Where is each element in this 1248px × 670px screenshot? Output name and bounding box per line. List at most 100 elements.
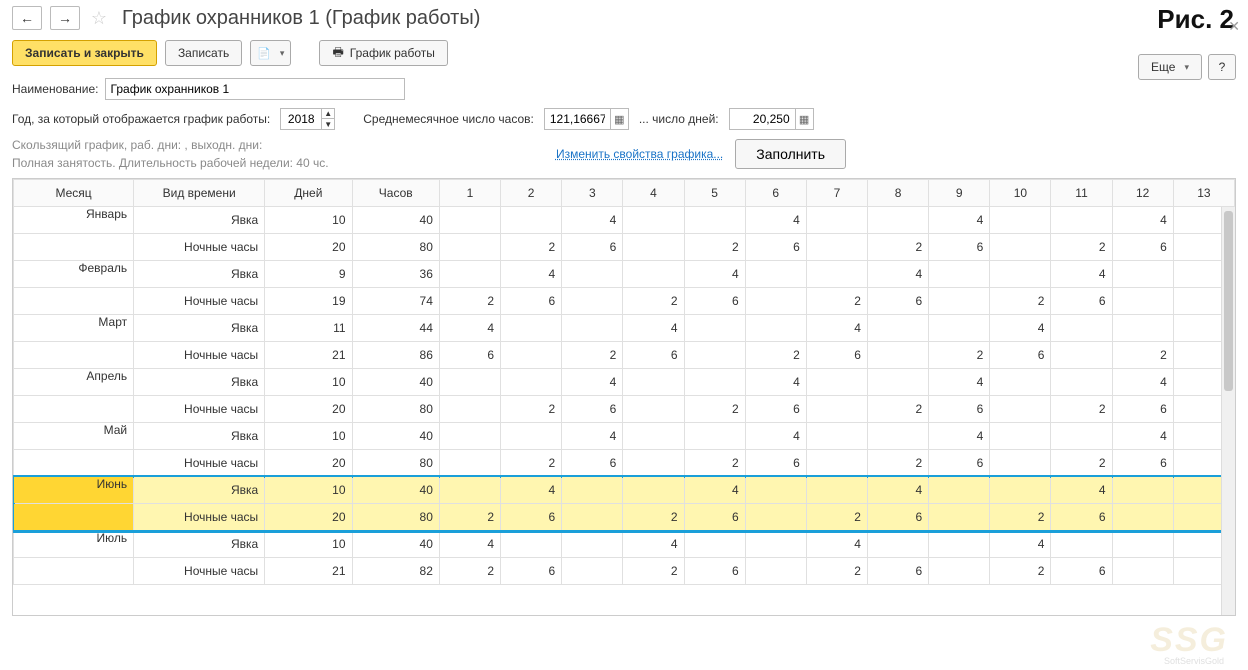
schedule-grid[interactable]: Месяц Вид времени Дней Часов 12345678910… xyxy=(12,178,1236,616)
day-cell[interactable] xyxy=(867,531,928,558)
hours-cell[interactable]: 40 xyxy=(352,477,439,504)
day-cell[interactable] xyxy=(684,531,745,558)
day-cell[interactable] xyxy=(867,315,928,342)
day-cell[interactable]: 2 xyxy=(623,504,684,531)
day-cell[interactable]: 6 xyxy=(745,234,806,261)
day-cell[interactable] xyxy=(806,234,867,261)
day-cell[interactable]: 4 xyxy=(1051,477,1112,504)
col-day-9[interactable]: 9 xyxy=(929,180,990,207)
day-cell[interactable]: 4 xyxy=(929,207,990,234)
day-cell[interactable]: 2 xyxy=(867,234,928,261)
table-row[interactable]: ЯнварьЯвка10404444 xyxy=(14,207,1235,234)
col-day-13[interactable]: 13 xyxy=(1173,180,1234,207)
day-cell[interactable]: 6 xyxy=(745,450,806,477)
table-row[interactable]: МайЯвка10404444 xyxy=(14,423,1235,450)
day-cell[interactable]: 6 xyxy=(1112,450,1173,477)
day-cell[interactable]: 6 xyxy=(929,450,990,477)
day-cell[interactable]: 6 xyxy=(562,234,623,261)
day-cell[interactable] xyxy=(439,234,500,261)
hours-cell[interactable]: 40 xyxy=(352,423,439,450)
day-cell[interactable]: 2 xyxy=(684,234,745,261)
change-properties-link[interactable]: Изменить свойства графика... xyxy=(556,147,723,161)
col-day-3[interactable]: 3 xyxy=(562,180,623,207)
day-cell[interactable] xyxy=(501,342,562,369)
day-cell[interactable]: 6 xyxy=(501,504,562,531)
day-cell[interactable] xyxy=(990,369,1051,396)
hours-cell[interactable]: 40 xyxy=(352,531,439,558)
day-cell[interactable] xyxy=(745,477,806,504)
col-days[interactable]: Дней xyxy=(265,180,352,207)
day-cell[interactable]: 4 xyxy=(929,423,990,450)
day-cell[interactable] xyxy=(501,531,562,558)
day-cell[interactable]: 6 xyxy=(990,342,1051,369)
day-cell[interactable]: 2 xyxy=(867,450,928,477)
save-close-button[interactable]: Записать и закрыть xyxy=(12,40,157,66)
hours-cell[interactable]: 86 xyxy=(352,342,439,369)
day-cell[interactable]: 2 xyxy=(1051,396,1112,423)
table-row[interactable]: Ночные часы208026262626 xyxy=(14,450,1235,477)
col-day-5[interactable]: 5 xyxy=(684,180,745,207)
day-cell[interactable]: 4 xyxy=(745,423,806,450)
day-cell[interactable] xyxy=(806,261,867,288)
day-cell[interactable]: 6 xyxy=(684,558,745,585)
day-cell[interactable]: 2 xyxy=(990,558,1051,585)
day-cell[interactable] xyxy=(623,477,684,504)
day-cell[interactable]: 6 xyxy=(1112,396,1173,423)
days-field[interactable]: ▦ xyxy=(729,108,814,130)
day-cell[interactable] xyxy=(745,558,806,585)
day-cell[interactable]: 4 xyxy=(562,207,623,234)
col-day-1[interactable]: 1 xyxy=(439,180,500,207)
day-cell[interactable] xyxy=(439,207,500,234)
days-input[interactable] xyxy=(730,109,795,129)
day-cell[interactable]: 2 xyxy=(501,234,562,261)
month-cell[interactable] xyxy=(14,558,134,585)
day-cell[interactable] xyxy=(867,369,928,396)
day-cell[interactable] xyxy=(501,315,562,342)
days-cell[interactable]: 11 xyxy=(265,315,352,342)
col-day-10[interactable]: 10 xyxy=(990,180,1051,207)
day-cell[interactable] xyxy=(990,207,1051,234)
table-row[interactable]: Ночные часы208026262626 xyxy=(14,234,1235,261)
day-cell[interactable] xyxy=(439,477,500,504)
day-cell[interactable] xyxy=(623,450,684,477)
table-row[interactable]: ИюньЯвка10404444 xyxy=(14,477,1235,504)
col-day-6[interactable]: 6 xyxy=(745,180,806,207)
col-day-11[interactable]: 11 xyxy=(1051,180,1112,207)
day-cell[interactable]: 6 xyxy=(867,288,928,315)
day-cell[interactable] xyxy=(990,234,1051,261)
day-cell[interactable]: 4 xyxy=(501,477,562,504)
days-cell[interactable]: 10 xyxy=(265,531,352,558)
copy-menu-button[interactable] xyxy=(250,40,291,66)
more-button[interactable]: Еще xyxy=(1138,54,1202,80)
day-cell[interactable]: 2 xyxy=(562,342,623,369)
day-cell[interactable] xyxy=(439,423,500,450)
help-button[interactable]: ? xyxy=(1208,54,1236,80)
day-cell[interactable]: 6 xyxy=(1051,504,1112,531)
day-cell[interactable]: 4 xyxy=(684,477,745,504)
day-cell[interactable] xyxy=(439,369,500,396)
col-hours[interactable]: Часов xyxy=(352,180,439,207)
day-cell[interactable] xyxy=(1051,342,1112,369)
month-cell[interactable]: Июнь xyxy=(14,477,134,504)
hours-cell[interactable]: 36 xyxy=(352,261,439,288)
type-cell[interactable]: Явка xyxy=(134,207,265,234)
month-cell[interactable] xyxy=(14,504,134,531)
day-cell[interactable] xyxy=(806,369,867,396)
day-cell[interactable] xyxy=(501,369,562,396)
hours-cell[interactable]: 80 xyxy=(352,234,439,261)
day-cell[interactable]: 4 xyxy=(1112,369,1173,396)
day-cell[interactable] xyxy=(1051,315,1112,342)
day-cell[interactable]: 4 xyxy=(745,369,806,396)
day-cell[interactable]: 4 xyxy=(562,369,623,396)
day-cell[interactable] xyxy=(806,450,867,477)
scrollbar-thumb[interactable] xyxy=(1224,211,1233,391)
day-cell[interactable] xyxy=(1112,477,1173,504)
day-cell[interactable] xyxy=(929,315,990,342)
year-spinner[interactable]: ▲ ▼ xyxy=(280,108,335,130)
days-cell[interactable]: 10 xyxy=(265,423,352,450)
table-row[interactable]: Ночные часы208026262626 xyxy=(14,396,1235,423)
hours-cell[interactable]: 82 xyxy=(352,558,439,585)
name-input[interactable] xyxy=(105,78,405,100)
day-cell[interactable] xyxy=(745,315,806,342)
day-cell[interactable] xyxy=(623,261,684,288)
